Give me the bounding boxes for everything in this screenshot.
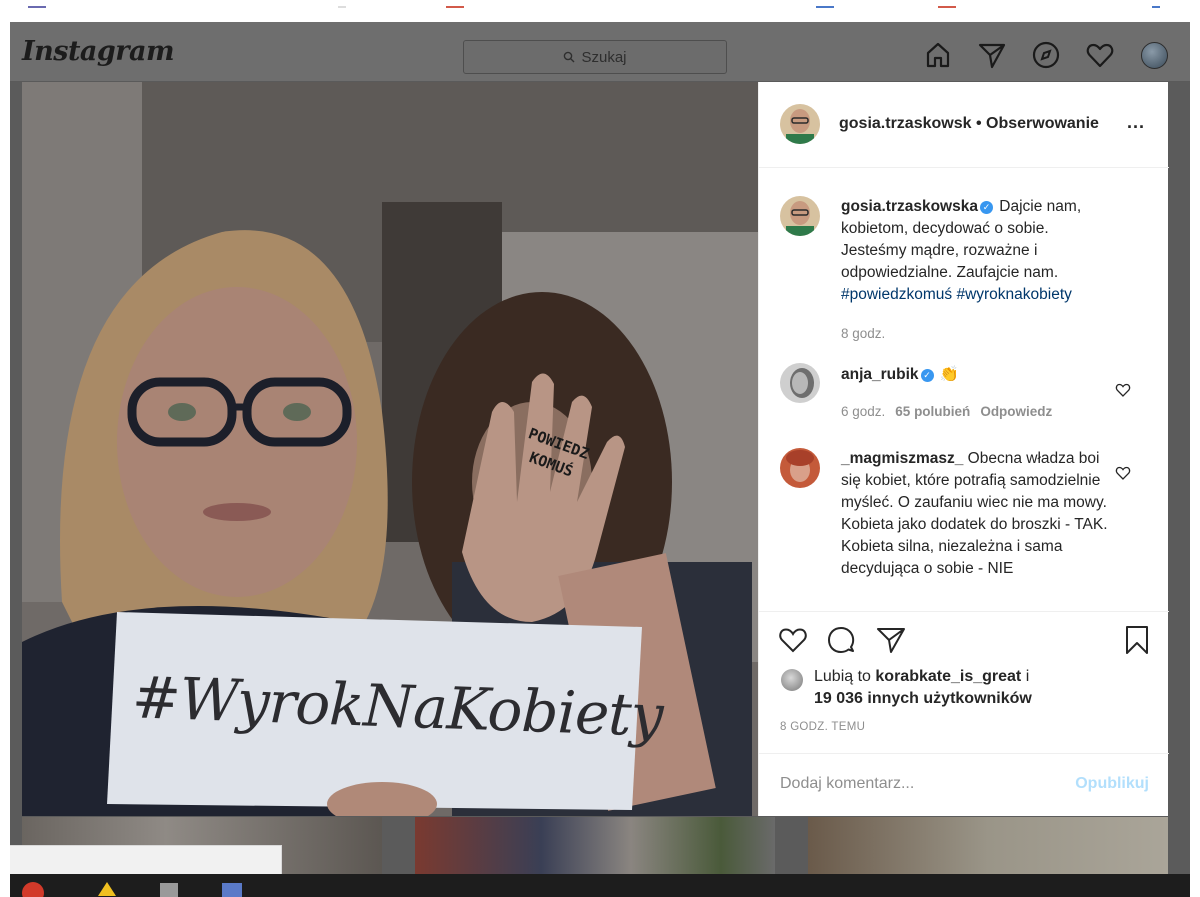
post-actions: Lubią to korabkate_is_great i 19 036 inn… (759, 611, 1169, 816)
caption-hashtags[interactable]: #powiedzkomuś #wyroknakobiety (841, 286, 1072, 303)
add-comment-form: Dodaj komentarz... Opublikuj (759, 753, 1169, 817)
share-paperplane-icon[interactable] (875, 624, 907, 656)
comment-avatar[interactable] (780, 448, 820, 488)
comment-item: anja_rubik ✓ 👏 (841, 364, 1111, 386)
likes-mid: i (1021, 668, 1030, 685)
comment-meta: 6 godz. 65 polubień Odpowiedz (841, 404, 1052, 419)
like-comment-heart-icon[interactable] (1115, 465, 1131, 481)
comment-likes[interactable]: 65 polubień (895, 404, 970, 419)
like-comment-heart-icon[interactable] (1115, 382, 1131, 398)
comment-time[interactable]: 8 godz. (841, 326, 885, 341)
comment-body: Obecna władza boi się kobiet, które potr… (841, 450, 1108, 577)
likes-user-link[interactable]: korabkate_is_great (875, 668, 1021, 685)
comment-body: 👏 (935, 366, 960, 383)
comment-username[interactable]: gosia.trzaskowska (841, 198, 978, 215)
author-avatar-image (780, 104, 820, 144)
search-box[interactable]: Szukaj (463, 40, 727, 74)
comment-avatar[interactable] (780, 363, 820, 403)
tab-marker (28, 6, 46, 8)
taskbar-app-icon[interactable] (22, 882, 44, 897)
liker-avatar[interactable] (781, 669, 803, 691)
likes-summary: Lubią to korabkate_is_great i 19 036 inn… (814, 666, 1032, 710)
comment-avatar[interactable] (780, 196, 820, 236)
like-heart-icon[interactable] (777, 624, 809, 656)
caption-meta: 8 godz. (841, 326, 885, 341)
comment-username[interactable]: anja_rubik (841, 366, 919, 383)
comment-bubble-icon[interactable] (825, 624, 857, 656)
verified-badge-icon: ✓ (979, 201, 993, 214)
instagram-logo[interactable]: Instagram (22, 36, 175, 67)
verified-badge-icon: ✓ (920, 369, 934, 382)
tab-marker (938, 6, 956, 8)
likes-count-link[interactable]: 19 036 innych użytkowników (814, 690, 1032, 707)
screenshot: Instagram Szukaj POWIEDZ KOMUŚ #WyrokNaK… (0, 0, 1200, 897)
comment-avatar-image (780, 363, 820, 403)
post-comment-panel: gosia.trzaskowsk • Obserwowanie ... gosi… (758, 82, 1169, 816)
search-icon (564, 51, 575, 63)
comment-time[interactable]: 6 godz. (841, 404, 885, 419)
caption-comment: gosia.trzaskowska ✓ Dajcie nam, kobietom,… (841, 196, 1111, 306)
taskbar-app-icon[interactable] (160, 883, 178, 897)
post-header: gosia.trzaskowsk • Obserwowanie ... (759, 82, 1169, 168)
profile-avatar[interactable] (1141, 42, 1168, 69)
tab-marker (1152, 6, 1160, 8)
comment-avatar-image (780, 196, 820, 236)
save-bookmark-icon[interactable] (1121, 624, 1153, 656)
author-username[interactable]: gosia.trzaskowsk (839, 115, 972, 132)
home-icon[interactable] (923, 40, 953, 70)
comment-item: _magmiszmasz_ Obecna władza boi się kobi… (841, 448, 1111, 580)
follow-status-button[interactable]: Obserwowanie (986, 115, 1099, 132)
related-post-thumb[interactable] (808, 817, 1168, 874)
activity-heart-icon[interactable] (1085, 40, 1115, 70)
reply-button[interactable]: Odpowiedz (980, 404, 1052, 419)
direct-icon[interactable] (977, 40, 1007, 70)
top-navbar: Instagram Szukaj (10, 22, 1190, 82)
explore-icon[interactable] (1031, 40, 1061, 70)
comment-avatar-image (780, 448, 820, 488)
more-options-button[interactable]: ... (1127, 112, 1145, 133)
os-taskbar (10, 874, 1190, 897)
comment-input[interactable]: Dodaj komentarz... (780, 775, 914, 793)
notification-popup (10, 845, 282, 875)
tab-marker (446, 6, 464, 8)
comment-username[interactable]: _magmiszmasz_ (841, 450, 963, 467)
browser-top-strip (0, 0, 1200, 22)
comments-list: gosia.trzaskowska ✓ Dajcie nam, kobietom,… (759, 169, 1169, 611)
taskbar-app-icon[interactable] (222, 883, 242, 897)
post-photo[interactable]: POWIEDZ KOMUŚ #WyrokNaKobiety (22, 82, 758, 816)
search-placeholder: Szukaj (581, 48, 627, 66)
likes-prefix: Lubią to (814, 668, 876, 685)
post-timestamp[interactable]: 8 GODZ. TEMU (780, 721, 865, 733)
post-author-line: gosia.trzaskowsk • Obserwowanie (839, 115, 1099, 133)
author-avatar[interactable] (780, 104, 820, 144)
tab-marker (338, 6, 346, 8)
tab-marker (816, 6, 834, 8)
related-post-thumb[interactable] (415, 817, 775, 874)
taskbar-warning-icon[interactable] (98, 882, 116, 896)
publish-button[interactable]: Opublikuj (1075, 775, 1149, 793)
separator: • (971, 115, 986, 132)
